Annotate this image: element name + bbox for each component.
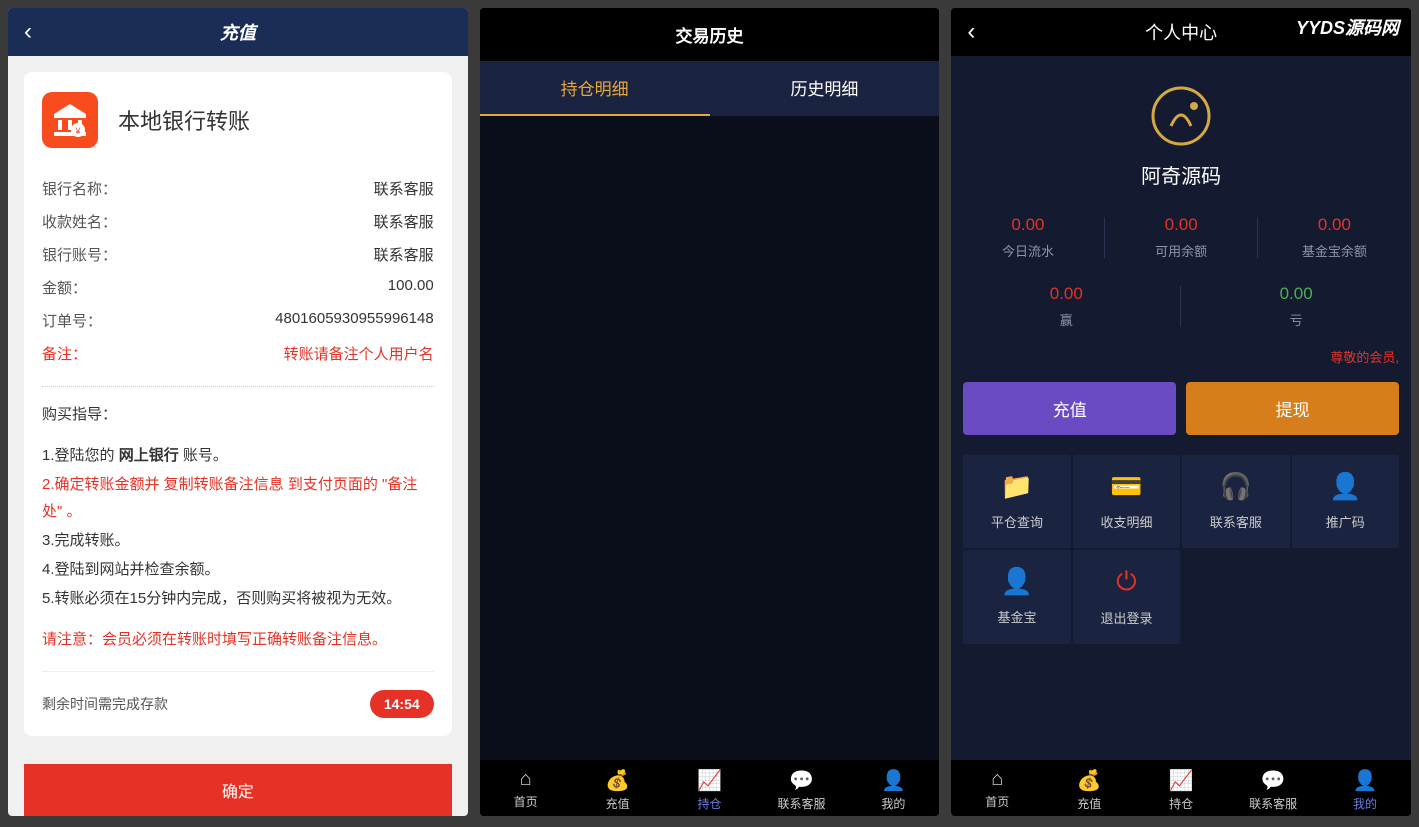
bag-icon: 💰 <box>1043 768 1135 793</box>
page-title: 充值 <box>220 19 256 45</box>
guide-2: 2.确定转账金额并 复制转账备注信息 到支付页面的 "备注处" 。 <box>42 471 434 525</box>
nav-position[interactable]: 📈持仓 <box>664 768 756 812</box>
guide-5: 5.转账必须在15分钟内完成，否则购买将被视为无效。 <box>42 585 434 612</box>
chart-icon: 📈 <box>1135 768 1227 793</box>
menu-close-query[interactable]: 📁平仓查询 <box>963 455 1070 548</box>
menu-service[interactable]: 🎧联系客服 <box>1182 455 1289 548</box>
menu-fund[interactable]: 👤基金宝 <box>963 550 1070 644</box>
confirm-button[interactable]: 确定 <box>24 764 452 816</box>
page-title: 个人中心 <box>1145 19 1217 45</box>
member-notice: 尊敬的会员, <box>951 339 1411 374</box>
countdown: 剩余时间需完成存款 14:54 <box>42 671 434 718</box>
home-icon: ⌂ <box>480 768 572 791</box>
row-bank-name: 银行名称：联系客服 <box>42 172 434 205</box>
watermark: YYDS源码网 <box>1296 14 1399 40</box>
tab-position[interactable]: 持仓明细 <box>480 61 710 116</box>
countdown-badge: 14:54 <box>370 690 434 718</box>
stat-balance: 0.00可用余额 <box>1105 205 1258 270</box>
user-icon: 👤 <box>1319 768 1411 793</box>
person-icon: 👤 <box>1300 471 1391 502</box>
back-icon[interactable]: ‹ <box>24 18 32 46</box>
header: ‹ 个人中心 YYDS源码网 <box>951 8 1411 56</box>
person-icon: 👤 <box>971 566 1062 597</box>
withdraw-button[interactable]: 提现 <box>1186 382 1399 435</box>
bank-header: ¥ 本地银行转账 <box>42 92 434 148</box>
home-icon: ⌂ <box>951 768 1043 791</box>
menu-referral[interactable]: 👤推广码 <box>1292 455 1399 548</box>
stat-fund: 0.00基金宝余额 <box>1258 205 1411 270</box>
username: 阿奇源码 <box>951 160 1411 189</box>
nav-service[interactable]: 💬联系客服 <box>755 768 847 812</box>
row-account: 银行账号：联系客服 <box>42 238 434 271</box>
guide-4: 4.登陆到网站并检查余额。 <box>42 556 434 583</box>
folder-icon: 📁 <box>971 471 1062 502</box>
content-area <box>480 116 940 760</box>
nav-mine[interactable]: 👤我的 <box>847 768 939 812</box>
menu-logout[interactable]: ⏻退出登录 <box>1073 550 1180 644</box>
tab-history[interactable]: 历史明细 <box>710 61 940 116</box>
recharge-button[interactable]: 充值 <box>963 382 1176 435</box>
chat-icon: 💬 <box>755 768 847 793</box>
stat-win: 0.00赢 <box>951 274 1181 339</box>
row-order: 订单号：4801605930955996148 <box>42 304 434 337</box>
guide-3: 3.完成转账。 <box>42 527 434 554</box>
chart-icon: 📈 <box>664 768 756 793</box>
back-icon[interactable]: ‹ <box>967 18 975 46</box>
logo-icon <box>1149 84 1213 148</box>
row-remark: 备注：转账请备注个人用户名 <box>42 337 434 370</box>
logo-area <box>951 56 1411 148</box>
power-icon: ⏻ <box>1081 566 1172 598</box>
stats-row-1: 0.00今日流水 0.00可用余额 0.00基金宝余额 <box>951 205 1411 270</box>
card: ¥ 本地银行转账 银行名称：联系客服 收款姓名：联系客服 银行账号：联系客服 金… <box>24 72 452 736</box>
bank-icon: ¥ <box>42 92 98 148</box>
page-title: 交易历史 <box>480 8 940 61</box>
guide-1: 1.登陆您的 网上银行 账号。 <box>42 442 434 469</box>
bottom-nav: ⌂首页 💰充值 📈持仓 💬联系客服 👤我的 <box>951 760 1411 816</box>
nav-home[interactable]: ⌂首页 <box>951 768 1043 812</box>
user-icon: 👤 <box>847 768 939 793</box>
headset-icon: 🎧 <box>1190 471 1281 502</box>
nav-recharge[interactable]: 💰充值 <box>572 768 664 812</box>
row-payee: 收款姓名：联系客服 <box>42 205 434 238</box>
stat-flow: 0.00今日流水 <box>951 205 1104 270</box>
divider <box>42 386 434 387</box>
nav-service[interactable]: 💬联系客服 <box>1227 768 1319 812</box>
svg-text:¥: ¥ <box>74 126 81 136</box>
nav-position[interactable]: 📈持仓 <box>1135 768 1227 812</box>
nav-home[interactable]: ⌂首页 <box>480 768 572 812</box>
header: ‹ 充值 <box>8 8 468 56</box>
wallet-icon: 💳 <box>1081 471 1172 502</box>
action-buttons: 充值 提现 <box>951 374 1411 443</box>
nav-mine[interactable]: 👤我的 <box>1319 768 1411 812</box>
tabs: 持仓明细 历史明细 <box>480 61 940 116</box>
menu-transactions[interactable]: 💳收支明细 <box>1073 455 1180 548</box>
guide-title: 购买指导： <box>42 403 434 424</box>
bottom-nav: ⌂首页 💰充值 📈持仓 💬联系客服 👤我的 <box>480 760 940 816</box>
stats-row-2: 0.00赢 0.00亏 <box>951 274 1411 339</box>
stat-lose: 0.00亏 <box>1181 274 1411 339</box>
guide-note: 请注意：会员必须在转账时填写正确转账备注信息。 <box>42 628 434 649</box>
bank-title: 本地银行转账 <box>118 104 250 136</box>
countdown-label: 剩余时间需完成存款 <box>42 694 168 714</box>
chat-icon: 💬 <box>1227 768 1319 793</box>
bag-icon: 💰 <box>572 768 664 793</box>
nav-recharge[interactable]: 💰充值 <box>1043 768 1135 812</box>
menu-grid: 📁平仓查询 💳收支明细 🎧联系客服 👤推广码 👤基金宝 ⏻退出登录 <box>951 443 1411 656</box>
row-amount: 金额：100.00 <box>42 271 434 304</box>
